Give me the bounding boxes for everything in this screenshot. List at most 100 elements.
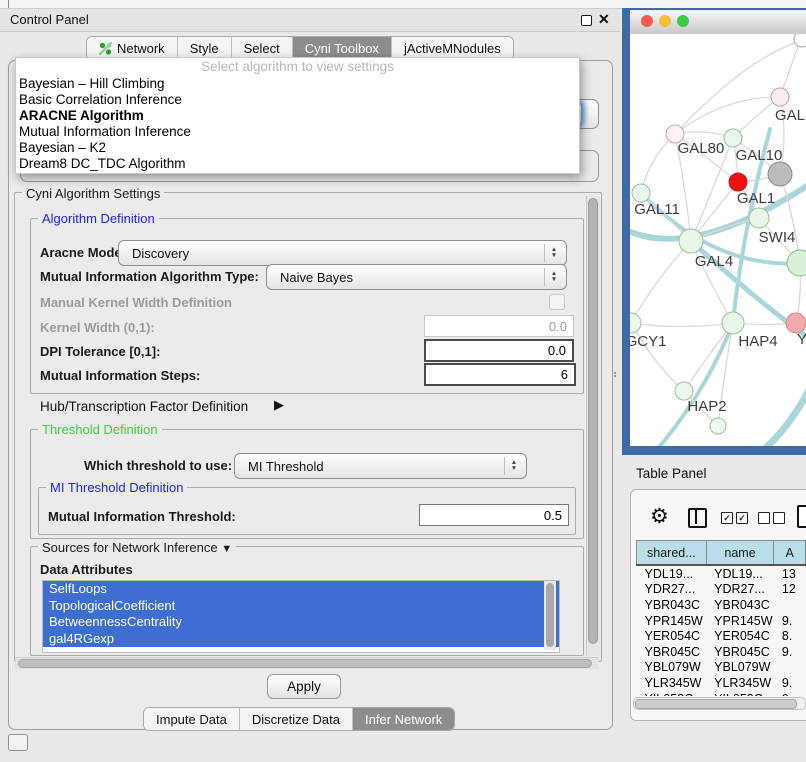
manual-kernel-checkbox[interactable] xyxy=(549,294,565,310)
algorithm-dropdown-popup: Select algorithm to view settingsBayesia… xyxy=(15,57,580,174)
network-node-gal1[interactable] xyxy=(729,173,747,191)
new-table-icon[interactable] xyxy=(797,505,806,528)
table-column-header[interactable]: shared... xyxy=(637,541,707,566)
table-row[interactable]: YBR045CYBR045C9. xyxy=(637,644,806,660)
table-cell: YBL079W xyxy=(637,660,707,676)
table-column-header[interactable]: A xyxy=(774,541,806,566)
algorithm-option[interactable]: Mutual Information Inference xyxy=(16,124,579,140)
node-label: GAL10 xyxy=(736,147,783,164)
window-minimize-traffic-icon[interactable] xyxy=(659,15,671,27)
table-row[interactable]: YDL19...YDL19...13 xyxy=(637,565,806,582)
tab-network[interactable]: Network xyxy=(87,37,178,59)
network-node[interactable] xyxy=(768,162,792,186)
tab-cyni-toolbox[interactable]: Cyni Toolbox xyxy=(293,37,392,59)
tab-select[interactable]: Select xyxy=(232,37,293,59)
window-close-traffic-icon[interactable] xyxy=(641,15,653,27)
table-cell: YBR043C xyxy=(637,597,707,613)
split-columns-icon[interactable] xyxy=(688,508,707,528)
table-row[interactable]: YER054CYER054C8. xyxy=(637,628,806,644)
algorithm-option[interactable]: Bayesian – Hill Climbing xyxy=(16,76,579,92)
table-row[interactable]: YIL053CYIL053C9 xyxy=(637,691,806,696)
panel-splitter-grip[interactable] xyxy=(613,371,618,378)
node-label: GAL4 xyxy=(695,253,733,270)
table-cell: 9. xyxy=(774,613,806,629)
deselect-all-icon[interactable] xyxy=(758,512,770,524)
settings-hscrollbar-thumb[interactable] xyxy=(18,659,592,668)
attribute-item[interactable]: BetweennessCentrality xyxy=(43,614,559,631)
mi-threshold-label: Mutual Information Threshold: xyxy=(48,509,236,524)
table-row[interactable]: YBR043CYBR043C xyxy=(637,597,806,613)
table-hscrollbar-thumb[interactable] xyxy=(635,699,797,709)
network-icon xyxy=(99,42,112,55)
restore-panel-icon[interactable] xyxy=(8,734,28,751)
table-cell: YER054C xyxy=(706,628,774,644)
bottom-tab-discretize-data[interactable]: Discretize Data xyxy=(240,708,353,730)
table-row[interactable]: YLR345WYLR345W9. xyxy=(637,675,806,691)
network-node[interactable] xyxy=(787,250,806,276)
select-all-check-icon[interactable]: ✓ xyxy=(736,512,748,524)
algorithm-option[interactable]: Dream8 DC_TDC Algorithm xyxy=(16,156,579,172)
node-label: GAL11 xyxy=(634,201,680,218)
attribute-item[interactable]: gal4RGexp xyxy=(43,631,559,648)
select-all-check-icon[interactable]: ✓ xyxy=(721,512,733,524)
close-icon[interactable]: ✕ xyxy=(598,11,610,28)
deselect-all-icon[interactable] xyxy=(773,512,785,524)
algorithm-option[interactable]: ARACNE Algorithm xyxy=(16,108,579,124)
network-node-gal4[interactable] xyxy=(679,229,703,253)
settings-scrollbar-thumb[interactable] xyxy=(588,198,598,644)
mi-steps-input[interactable]: 6 xyxy=(424,363,576,386)
network-node-swi4[interactable] xyxy=(749,208,769,228)
bottom-tab-infer-network[interactable]: Infer Network xyxy=(353,708,454,730)
mi-threshold-input[interactable]: 0.5 xyxy=(419,504,569,526)
table-cell: 9 xyxy=(774,691,806,696)
network-node[interactable] xyxy=(710,418,726,434)
apply-button[interactable]: Apply xyxy=(267,674,341,699)
table-cell: YPR145W xyxy=(637,613,707,629)
window-zoom-traffic-icon[interactable] xyxy=(677,15,689,27)
network-canvas[interactable]: GALGAL80GAL10GAL1GAL11SWI4GAL4GCY1HAP4YH… xyxy=(630,34,806,446)
table-column-header[interactable]: name xyxy=(706,541,774,566)
network-graph[interactable]: GALGAL80GAL10GAL1GAL11SWI4GAL4GCY1HAP4YH… xyxy=(630,34,806,446)
network-node[interactable] xyxy=(794,34,806,47)
table-row[interactable]: YDR27...YDR27...12 xyxy=(637,582,806,598)
float-window-icon[interactable] xyxy=(581,15,592,26)
algorithm-option[interactable]: Bayesian – K2 xyxy=(16,140,579,156)
control-panel-titlebar xyxy=(0,9,620,32)
collapse-right-icon[interactable]: ▶ xyxy=(274,397,284,413)
network-node-gal10[interactable] xyxy=(724,129,742,147)
table-cell: YDR27... xyxy=(637,582,707,598)
combo-stepper-icon: ▲▼ xyxy=(544,268,563,286)
network-edge xyxy=(725,384,806,446)
table-cell: YBL079W xyxy=(706,660,774,676)
algorithm-option[interactable]: Basic Correlation Inference xyxy=(16,92,579,108)
network-node-hap4[interactable] xyxy=(722,312,744,334)
data-attributes-list[interactable]: SelfLoopsTopologicalCoefficientBetweenne… xyxy=(42,580,560,653)
which-threshold-combobox[interactable]: MI Threshold ▲▼ xyxy=(234,453,527,479)
hub-section-label[interactable]: Hub/Transcription Factor Definition xyxy=(40,399,248,414)
dpi-tolerance-input[interactable]: 0.0 xyxy=(424,339,574,362)
network-node-gcy1[interactable] xyxy=(630,313,641,333)
table-row[interactable]: YBL079WYBL079W xyxy=(637,660,806,676)
aracne-mode-label: Aracne Mode: xyxy=(40,245,126,260)
network-node-gal[interactable] xyxy=(771,88,789,106)
attribute-item[interactable]: TopologicalCoefficient xyxy=(43,598,559,615)
aracne-mode-combobox[interactable]: Discovery ▲▼ xyxy=(118,240,567,266)
network-node-gal11[interactable] xyxy=(632,184,650,202)
table-row[interactable]: YPR145WYPR145W9. xyxy=(637,613,806,629)
gear-icon[interactable]: ⚙ xyxy=(650,504,669,529)
combo-stepper-icon: ▲▼ xyxy=(504,457,523,475)
sources-group-title[interactable]: Sources for Network Inference ▼ xyxy=(38,540,236,555)
network-window-titlebar[interactable] xyxy=(630,10,806,35)
tab-style[interactable]: Style xyxy=(178,37,232,59)
table-cell: 13 xyxy=(774,565,806,582)
kernel-width-input[interactable]: 0.0 xyxy=(424,315,574,337)
attributes-scrollbar-thumb[interactable] xyxy=(546,583,554,647)
collapse-down-icon: ▼ xyxy=(221,543,232,555)
mi-type-combobox[interactable]: Naive Bayes ▲▼ xyxy=(266,264,567,290)
bottom-tab-impute-data[interactable]: Impute Data xyxy=(144,708,240,730)
table-cell: YDL19... xyxy=(706,565,774,582)
network-node-y[interactable] xyxy=(786,313,806,333)
settings-group-title: Cyni Algorithm Settings xyxy=(22,186,164,201)
tab-jactivemnodules[interactable]: jActiveMNodules xyxy=(392,37,513,59)
attribute-item[interactable]: SelfLoops xyxy=(43,581,559,598)
